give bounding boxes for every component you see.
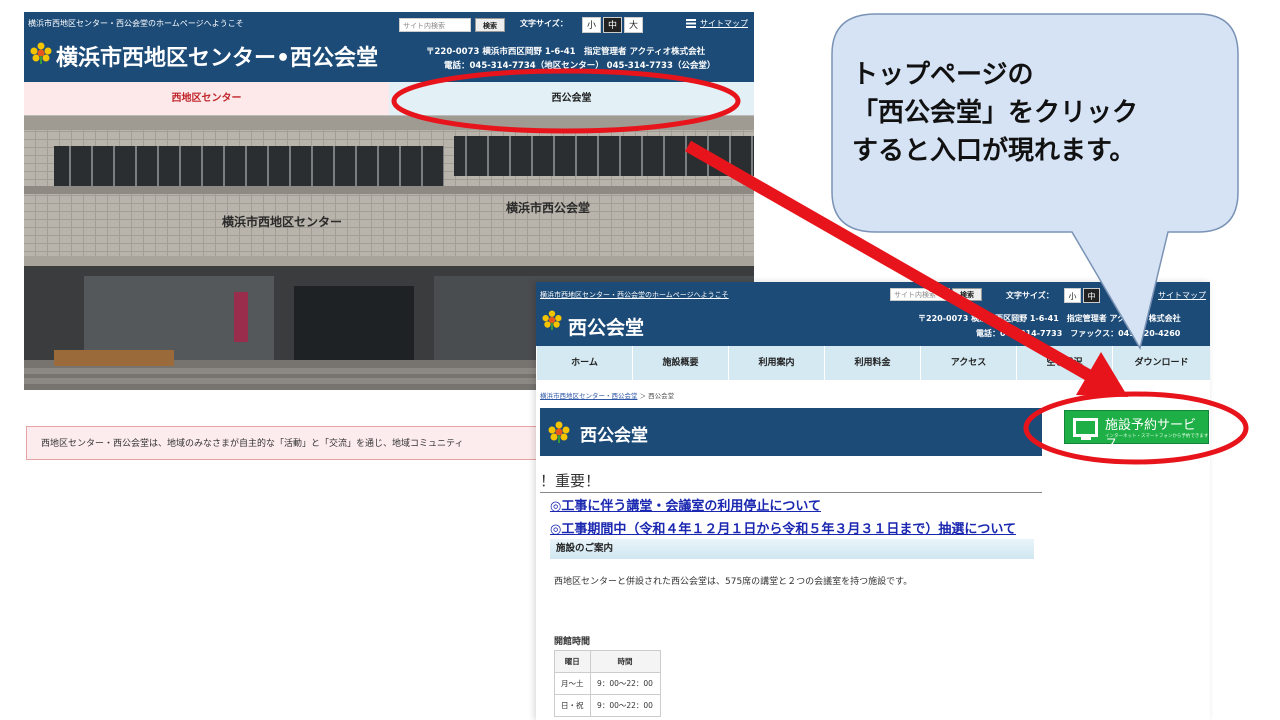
- table-cell-time: 9：00～22：00: [589, 694, 661, 717]
- callout-line: 「西公会堂」をクリック: [852, 98, 1139, 128]
- reservation-service-subtext: インターネット・スマートフォンから予約できます: [1105, 434, 1209, 439]
- search-input[interactable]: サイト内検索: [399, 18, 471, 32]
- hall-address-text: 〒220-0073 横浜市西区岡野 1-6-41 指定管理者 アクティオ株式会社: [918, 314, 1181, 323]
- hall-font-size-small-button[interactable]: 小: [1064, 288, 1081, 303]
- table-row: 月～土 9：00～22：00: [554, 672, 661, 695]
- hours-table: 曜日 時間 月～土 9：00～22：00 日・祝 9：00～22：00: [554, 650, 661, 717]
- nav-guide[interactable]: 利用案内: [728, 346, 824, 380]
- table-cell-time: 9：00～22：00: [589, 672, 661, 695]
- nav-availability[interactable]: 空き状況: [1016, 346, 1112, 380]
- table-row: 日・祝 9：00～22：00: [554, 694, 661, 717]
- page-title: 西公会堂: [580, 426, 648, 446]
- search-button[interactable]: 検索: [475, 18, 505, 32]
- table-cell-day: 日・祝: [554, 694, 591, 717]
- facility-description: 西地区センターと併設された西公会堂は、575席の講堂と２つの会議室を持つ施設です…: [554, 577, 913, 587]
- nav-access[interactable]: アクセス: [920, 346, 1016, 380]
- welcome-text: 横浜市西地区センター・西公会堂のホームページへようこそ: [28, 19, 244, 28]
- tab-west-hall[interactable]: 西公会堂: [389, 82, 754, 116]
- table-header-day: 曜日: [554, 650, 591, 673]
- table-cell-day: 月～土: [554, 672, 591, 695]
- hours-heading: 開館時間: [554, 637, 591, 647]
- site-title: 横浜市西地区センター•西公会堂: [56, 46, 379, 71]
- phone-text: 電話：045-314-7734（地区センター） 045-314-7733（公会堂…: [444, 61, 716, 71]
- hall-search-input[interactable]: サイト内検索: [890, 288, 950, 301]
- hall-welcome-link[interactable]: 横浜市西地区センター・西公会堂のホームページへようこそ: [540, 290, 729, 300]
- sitemap-icon: [686, 19, 696, 28]
- section-heading-facility: 施設のご案内: [550, 539, 1034, 559]
- tab-west-center[interactable]: 西地区センター: [24, 82, 389, 116]
- photo-sign-hall: 横浜市西公会堂: [506, 200, 590, 215]
- monitor-stand-icon: [1081, 437, 1091, 440]
- important-heading: ！重要！: [540, 470, 1042, 493]
- font-size-label: 文字サイズ：: [520, 19, 568, 28]
- nav-download[interactable]: ダウンロード: [1112, 346, 1210, 380]
- callout-line: トップページの: [852, 60, 1034, 90]
- hall-font-size-label: 文字サイズ：: [1006, 291, 1054, 300]
- nav-facility[interactable]: 施設概要: [632, 346, 728, 380]
- banner-flower-logo-icon: [548, 421, 570, 443]
- table-header-time: 時間: [589, 650, 661, 673]
- sitemap-link[interactable]: サイトマップ: [700, 18, 748, 29]
- page-title-banner: 西公会堂: [540, 408, 1042, 456]
- site-header: 横浜市西地区センター・西公会堂のホームページへようこそ サイト内検索 検索 文字…: [24, 12, 754, 82]
- flower-logo-icon: [30, 42, 52, 64]
- breadcrumb-separator: ＞: [639, 392, 647, 400]
- hall-page-screenshot: 横浜市西地区センター・西公会堂のホームページへようこそ サイト内検索 検索 文字…: [536, 282, 1210, 720]
- hall-flower-logo-icon: [542, 310, 562, 330]
- reservation-service-button[interactable]: 施設予約サービス インターネット・スマートフォンから予約できます: [1064, 410, 1209, 452]
- hall-nav-bar: ホーム 施設概要 利用案内 利用料金 アクセス 空き状況 ダウンロード: [536, 346, 1210, 380]
- notice-link-suspension[interactable]: ◎工事に伴う講堂・会議室の利用停止について: [550, 495, 821, 514]
- callout-text: トップページの 「西公会堂」をクリック すると入口が現れます。: [852, 56, 1212, 170]
- nav-home[interactable]: ホーム: [536, 346, 632, 380]
- breadcrumb-current: 西公会堂: [648, 392, 675, 400]
- monitor-icon: [1073, 418, 1098, 437]
- table-header-row: 曜日 時間: [554, 650, 661, 673]
- address-text: 〒220-0073 横浜市西区岡野 1-6-41 指定管理者 アクティオ株式会社: [426, 47, 706, 57]
- breadcrumb: 横浜市西地区センター・西公会堂 ＞ 西公会堂: [540, 390, 674, 400]
- hall-font-size-medium-button[interactable]: 中: [1083, 288, 1100, 303]
- notice-link-lottery[interactable]: ◎工事期間中（令和４年１２月１日から令和５年３月３１日まで）抽選について: [550, 518, 1016, 537]
- nav-fees[interactable]: 利用料金: [824, 346, 920, 380]
- hall-phone-text: 電話：045-314-7733 ファックス：045-320-4260: [976, 329, 1181, 338]
- font-size-medium-button[interactable]: 中: [603, 17, 622, 33]
- hall-search-button[interactable]: 検索: [952, 288, 982, 301]
- font-size-large-button[interactable]: 大: [624, 17, 643, 33]
- photo-sign-center: 横浜市西地区センター: [222, 214, 342, 229]
- hall-site-title: 西公会堂: [568, 317, 645, 339]
- font-size-small-button[interactable]: 小: [582, 17, 601, 33]
- callout-line: すると入口が現れます。: [852, 136, 1136, 166]
- breadcrumb-home-link[interactable]: 横浜市西地区センター・西公会堂: [540, 392, 638, 400]
- hall-sitemap-link[interactable]: サイトマップ: [1158, 290, 1206, 301]
- hall-site-header: 横浜市西地区センター・西公会堂のホームページへようこそ サイト内検索 検索 文字…: [536, 282, 1210, 346]
